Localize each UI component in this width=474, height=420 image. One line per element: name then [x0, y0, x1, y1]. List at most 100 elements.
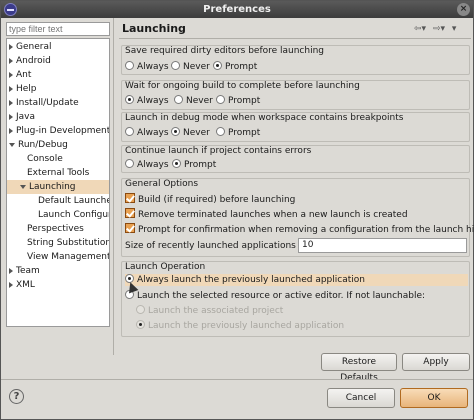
- tree-item-label: View Management: [27, 252, 109, 262]
- debug-never-radio[interactable]: Never: [171, 127, 210, 139]
- project-errors-label: Continue launch if project contains erro…: [125, 146, 312, 156]
- forward-arrow-icon[interactable]: ⇨▾: [433, 24, 445, 34]
- radio-icon: [213, 61, 222, 70]
- filter-input[interactable]: [6, 22, 110, 36]
- wait-build-group: Wait for ongoing build to complete befor…: [121, 80, 470, 110]
- remove-terminated-checkbox[interactable]: Remove terminated launches when a new la…: [125, 208, 408, 221]
- errors-always-radio[interactable]: Always: [125, 159, 169, 171]
- expand-arrow-icon[interactable]: [9, 57, 13, 64]
- debug-mode-group: Launch in debug mode when workspace cont…: [121, 112, 470, 142]
- save-never-radio[interactable]: Never: [171, 61, 210, 73]
- tree-item[interactable]: Ant: [7, 68, 109, 82]
- tree-item[interactable]: Run/Debug: [7, 138, 109, 152]
- restore-defaults-button[interactable]: Restore Defaults: [321, 353, 397, 383]
- tree-item[interactable]: Install/Update: [7, 96, 109, 110]
- tree-item-label: Android: [16, 56, 51, 66]
- tree-item[interactable]: Launch Configur: [7, 208, 109, 222]
- debug-mode-label: Launch in debug mode when workspace cont…: [125, 113, 404, 123]
- tree-item[interactable]: Perspectives: [7, 222, 109, 236]
- wait-build-label: Wait for ongoing build to complete befor…: [125, 81, 360, 91]
- save-editors-label: Save required dirty editors before launc…: [125, 46, 325, 56]
- tree-item-label: Install/Update: [16, 98, 79, 108]
- tree-item-label: String Substitution: [27, 238, 109, 248]
- tree-item-label: Launch Configur: [38, 210, 109, 220]
- expand-arrow-icon[interactable]: [9, 127, 13, 134]
- launch-associated-project-radio[interactable]: Launch the associated project: [136, 305, 283, 317]
- history-size-label: Size of recently launched applications l…: [125, 241, 315, 251]
- build-before-launch-checkbox[interactable]: Build (if required) before launching: [125, 193, 295, 206]
- preferences-tree[interactable]: General Android Ant Help Install/Update Java P…: [6, 38, 110, 327]
- always-launch-previous-radio[interactable]: Always launch the previously launched ap…: [125, 274, 468, 286]
- tree-item-label: Team: [16, 266, 40, 276]
- radio-icon: [216, 127, 225, 136]
- radio-icon: [136, 305, 145, 314]
- collapse-arrow-icon[interactable]: [20, 184, 26, 189]
- cancel-button[interactable]: Cancel: [327, 388, 395, 408]
- tree-item-label: General: [16, 42, 52, 52]
- tree-item[interactable]: View Management: [7, 250, 109, 264]
- tree-item-label: XML: [16, 280, 35, 290]
- tree-item[interactable]: Team: [7, 264, 109, 278]
- tree-item[interactable]: External Tools: [7, 166, 109, 180]
- tree-item-label: Help: [16, 84, 37, 94]
- view-menu-icon[interactable]: ▾: [452, 24, 457, 34]
- close-window-button[interactable]: ×: [457, 3, 470, 16]
- wait-never-radio[interactable]: Never: [174, 95, 213, 107]
- tree-item-label: Console: [27, 154, 63, 164]
- radio-icon: [171, 61, 180, 70]
- history-size-input[interactable]: 10: [298, 238, 467, 253]
- expand-arrow-icon[interactable]: [9, 99, 13, 106]
- save-prompt-radio[interactable]: Prompt: [213, 61, 257, 73]
- tree-item[interactable]: Default Launche: [7, 194, 109, 208]
- window-title: Preferences: [203, 4, 271, 15]
- panel-splitter[interactable]: [113, 18, 114, 355]
- expand-arrow-icon[interactable]: [9, 267, 13, 274]
- wait-always-radio[interactable]: Always: [125, 95, 169, 107]
- checkbox-checked-icon: [125, 193, 135, 203]
- tree-item[interactable]: Java: [7, 110, 109, 124]
- confirm-remove-checkbox[interactable]: Prompt for confirmation when removing a …: [125, 223, 474, 236]
- debug-prompt-radio[interactable]: Prompt: [216, 127, 260, 139]
- tree-item-label: Java: [16, 112, 36, 122]
- save-always-radio[interactable]: Always: [125, 61, 169, 73]
- tree-item-label: Perspectives: [27, 224, 84, 234]
- radio-icon: [125, 61, 134, 70]
- tree-item-label: External Tools: [27, 168, 90, 178]
- launch-selected-resource-radio[interactable]: Launch the selected resource or active e…: [125, 290, 425, 302]
- help-icon[interactable]: ?: [9, 389, 24, 404]
- back-arrow-icon[interactable]: ⇦▾: [414, 24, 426, 34]
- radio-icon: [174, 95, 183, 104]
- debug-always-radio[interactable]: Always: [125, 127, 169, 139]
- expand-arrow-icon[interactable]: [9, 113, 13, 120]
- radio-icon: [125, 95, 134, 104]
- tree-item-label: Launching: [29, 182, 76, 192]
- collapse-arrow-icon[interactable]: [9, 142, 15, 147]
- radio-icon: [125, 127, 134, 136]
- history-nav: ⇦▾ ⇨▾ ▾: [414, 24, 460, 34]
- tree-item[interactable]: Android: [7, 54, 109, 68]
- expand-arrow-icon[interactable]: [9, 85, 13, 92]
- launch-operation-group: Launch Operation Always launch the previ…: [121, 261, 470, 337]
- tree-item[interactable]: Plug-in Development: [7, 124, 109, 138]
- errors-prompt-radio[interactable]: Prompt: [172, 159, 216, 171]
- tree-item[interactable]: General: [7, 40, 109, 54]
- tree-item[interactable]: XML: [7, 278, 109, 292]
- launch-operation-label: Launch Operation: [125, 262, 206, 272]
- expand-arrow-icon[interactable]: [9, 281, 13, 288]
- preferences-window: Preferences × General Android Ant Help Insta…: [0, 0, 474, 420]
- apply-button[interactable]: Apply: [402, 353, 470, 371]
- tree-item[interactable]: String Substitution: [7, 236, 109, 250]
- expand-arrow-icon[interactable]: [9, 43, 13, 50]
- wait-prompt-radio[interactable]: Prompt: [216, 95, 260, 107]
- tree-item-label: Run/Debug: [18, 140, 68, 150]
- title-bar: Preferences ×: [1, 1, 473, 18]
- tree-item[interactable]: Console: [7, 152, 109, 166]
- expand-arrow-icon[interactable]: [9, 71, 13, 78]
- title-separator: [119, 38, 471, 39]
- project-errors-group: Continue launch if project contains erro…: [121, 145, 470, 173]
- launch-previous-app-radio[interactable]: Launch the previously launched applicati…: [136, 320, 344, 332]
- tree-item[interactable]: Help: [7, 82, 109, 96]
- ok-button[interactable]: OK: [400, 388, 468, 408]
- tree-item[interactable]: Launching: [7, 180, 109, 194]
- save-editors-group: Save required dirty editors before launc…: [121, 45, 470, 75]
